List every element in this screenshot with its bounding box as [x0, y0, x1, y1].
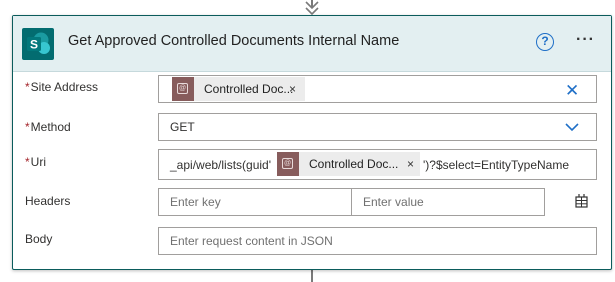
required-mark: *	[25, 155, 30, 169]
token-remove-icon[interactable]: ×	[407, 157, 414, 171]
method-label-text: Method	[30, 120, 71, 134]
method-label: *Method	[25, 120, 71, 134]
headers-label: Headers	[25, 194, 71, 208]
header-value-placeholder: Enter value	[363, 195, 424, 209]
site-address-field[interactable]: @ Controlled Doc... × ✕	[158, 75, 597, 103]
token-icon: @	[172, 77, 194, 101]
body-label: Body	[25, 232, 53, 246]
uri-label-text: Uri	[30, 155, 46, 169]
body-placeholder: Enter request content in JSON	[170, 234, 333, 248]
dynamic-content-icon: @	[282, 158, 293, 169]
header-key-input[interactable]: Enter key	[158, 188, 352, 216]
token-icon: @	[277, 152, 299, 176]
flow-arrow-icon	[305, 1, 319, 16]
uri-label: *Uri	[25, 155, 46, 169]
flow-connector-bottom	[311, 268, 313, 282]
method-dropdown[interactable]: GET	[158, 113, 597, 141]
header-key-placeholder: Enter key	[170, 195, 221, 209]
sharepoint-logo-icon: S	[22, 28, 54, 60]
uri-token-text: Controlled Doc...	[309, 157, 399, 171]
body-input[interactable]: Enter request content in JSON	[158, 227, 597, 255]
clear-field-icon[interactable]: ✕	[565, 81, 579, 101]
uri-token[interactable]: @ Controlled Doc... ×	[277, 152, 420, 176]
header-value-input[interactable]: Enter value	[351, 188, 545, 216]
uri-prefix: _api/web/lists(guid'	[170, 158, 272, 172]
required-mark: *	[25, 80, 30, 94]
method-value: GET	[170, 120, 195, 134]
site-address-token[interactable]: @ Controlled Doc... ×	[172, 77, 305, 101]
action-card-header[interactable]: S Get Approved Controlled Documents Inte…	[13, 16, 611, 72]
dynamic-content-icon: @	[177, 83, 188, 94]
switch-to-text-mode-icon[interactable]	[574, 193, 590, 209]
uri-field[interactable]: _api/web/lists(guid' @ Controlled Doc...…	[158, 149, 597, 180]
required-mark: *	[25, 120, 30, 134]
site-address-label-text: Site Address	[30, 80, 99, 94]
token-remove-icon[interactable]: ×	[289, 82, 296, 96]
site-address-label: *Site Address	[25, 80, 98, 94]
more-options-icon[interactable]: ···	[576, 31, 595, 49]
action-card: S Get Approved Controlled Documents Inte…	[12, 15, 612, 270]
uri-suffix: ')?$select=EntityTypeName	[423, 158, 570, 172]
help-icon[interactable]: ?	[536, 33, 554, 51]
svg-text:S: S	[30, 38, 38, 52]
site-address-token-text: Controlled Doc...	[204, 82, 294, 96]
chevron-down-icon[interactable]	[565, 120, 579, 134]
action-title[interactable]: Get Approved Controlled Documents Intern…	[68, 33, 399, 49]
